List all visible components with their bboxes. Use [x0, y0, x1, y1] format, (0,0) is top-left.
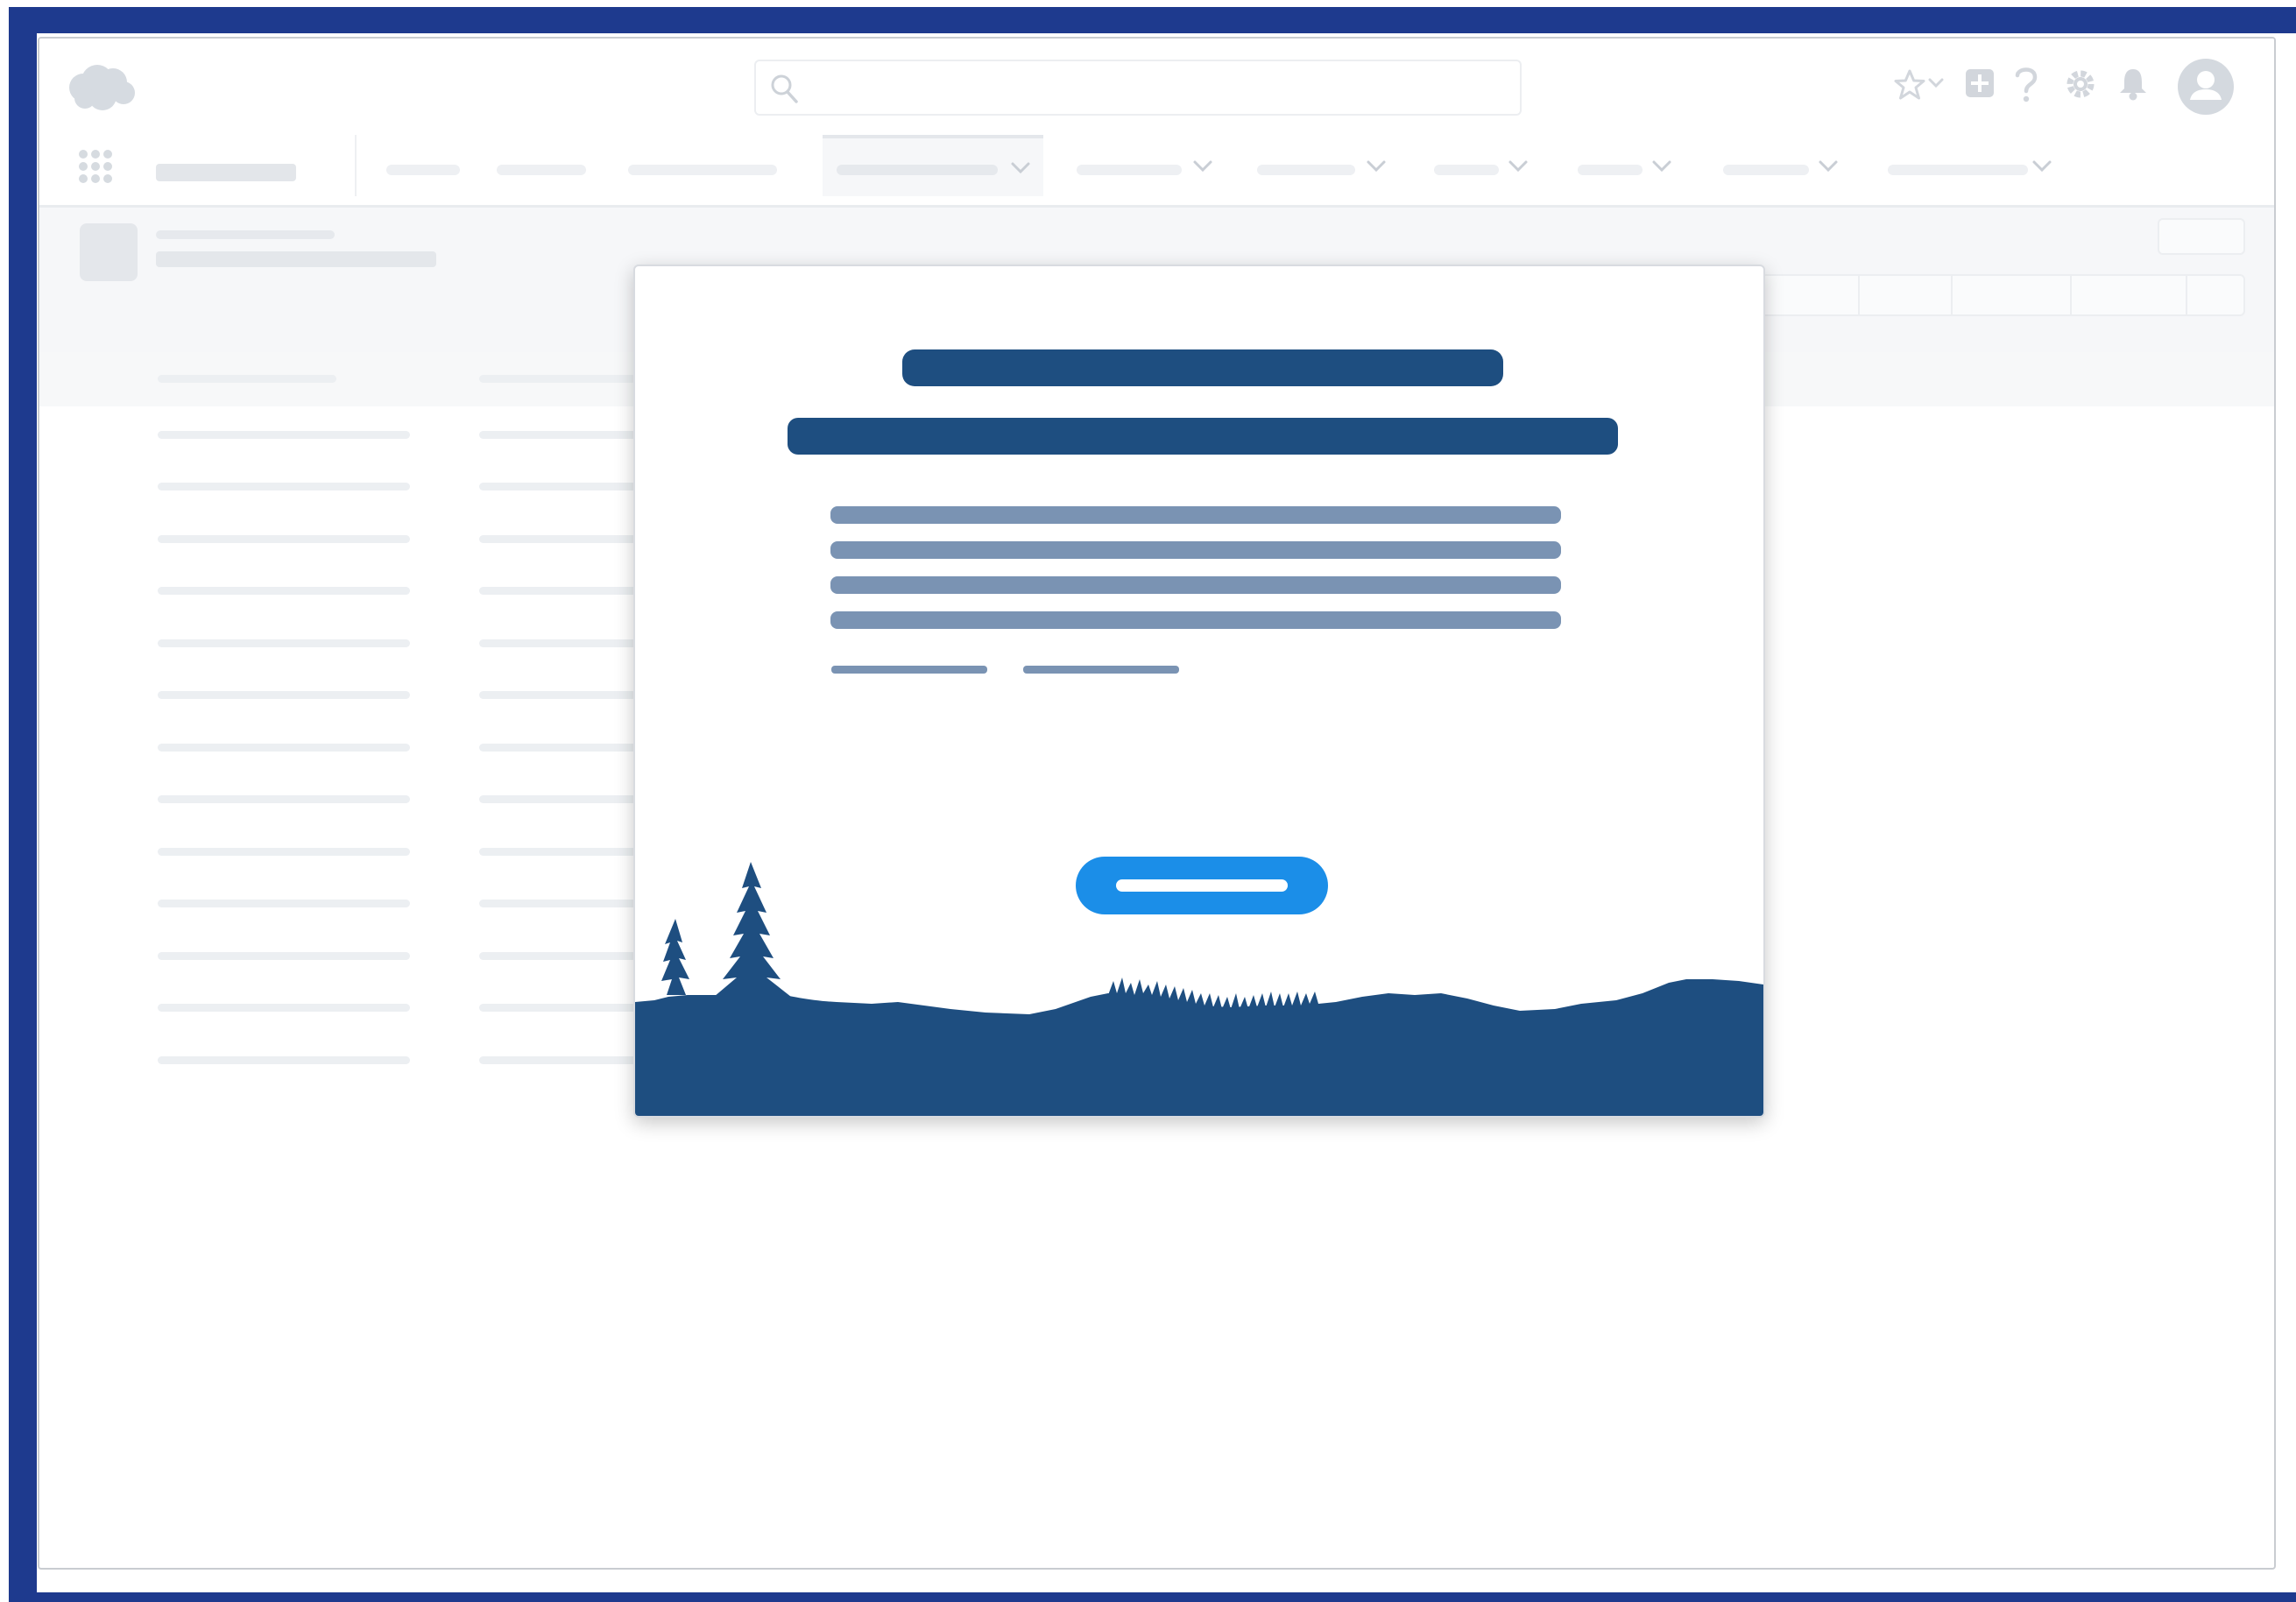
- chevron-down-icon[interactable]: [1192, 158, 1213, 175]
- cell-text: [479, 535, 637, 543]
- gear-icon[interactable]: [2063, 67, 2098, 102]
- cell-text: [479, 1004, 637, 1012]
- cell-text: [479, 587, 637, 595]
- nav-tab-9[interactable]: [1723, 165, 1809, 175]
- cell-text: [158, 848, 410, 856]
- nav-tab-5[interactable]: [1077, 165, 1182, 175]
- object-icon: [80, 223, 138, 281]
- cell-text: [479, 691, 637, 699]
- nav-tab-active-label: [837, 165, 998, 175]
- object-label: [156, 230, 335, 239]
- modal-heading: [902, 349, 1503, 386]
- cell-text: [158, 587, 410, 595]
- get-started-button[interactable]: [1076, 857, 1328, 914]
- cell-text: [479, 900, 637, 907]
- chevron-down-icon[interactable]: [1010, 159, 1031, 177]
- body-text-line: [830, 541, 1561, 559]
- nav-tab-10[interactable]: [1888, 165, 2028, 175]
- cell-text: [158, 483, 410, 490]
- column-header[interactable]: [158, 375, 336, 383]
- body-text-line: [830, 576, 1561, 594]
- cell-text: [479, 848, 637, 856]
- nav-tab-8[interactable]: [1578, 165, 1643, 175]
- cell-text: [158, 691, 410, 699]
- button-divider: [2070, 276, 2072, 314]
- bell-icon[interactable]: [2117, 67, 2149, 102]
- body-text-line: [830, 611, 1561, 629]
- app-name: [156, 164, 296, 181]
- cell-text: [158, 744, 410, 752]
- button-divider: [1951, 276, 1953, 314]
- cell-text: [158, 900, 410, 907]
- cell-text: [479, 639, 637, 647]
- cell-text: [479, 952, 637, 960]
- cloud-logo[interactable]: [64, 61, 138, 114]
- cell-text: [158, 535, 410, 543]
- cell-text: [479, 744, 637, 752]
- modal-link-1[interactable]: [831, 666, 987, 674]
- cell-text: [479, 483, 637, 490]
- cell-text: [158, 1004, 410, 1012]
- chevron-down-icon[interactable]: [1818, 158, 1839, 175]
- navigation-bar: [39, 135, 2274, 208]
- cell-text: [158, 795, 410, 803]
- cell-text: [479, 1056, 637, 1064]
- favorites-chevron-down-icon[interactable]: [1928, 77, 1944, 89]
- cell-text: [479, 431, 637, 439]
- cell-text: [158, 431, 410, 439]
- app-launcher-icon[interactable]: [78, 149, 113, 184]
- chevron-down-icon[interactable]: [1508, 158, 1529, 175]
- nav-tab-2[interactable]: [497, 165, 586, 175]
- button-divider: [2186, 276, 2187, 314]
- nav-tab-1[interactable]: [386, 165, 460, 175]
- list-view-title: [156, 251, 436, 267]
- new-button[interactable]: [2158, 218, 2245, 255]
- nav-tab-6[interactable]: [1257, 165, 1355, 175]
- nav-tab-7[interactable]: [1434, 165, 1499, 175]
- body-text-line: [830, 506, 1561, 524]
- chevron-down-icon[interactable]: [1366, 158, 1387, 175]
- favorites-star-icon[interactable]: [1893, 68, 1926, 102]
- welcome-modal: [633, 265, 1765, 1118]
- action-button-group[interactable]: [1748, 274, 2245, 316]
- help-icon[interactable]: [2014, 65, 2038, 103]
- plus-icon[interactable]: [1965, 68, 1995, 98]
- chevron-down-icon[interactable]: [2031, 158, 2052, 175]
- get-started-button-label: [1116, 879, 1288, 892]
- nav-tab-3[interactable]: [628, 165, 777, 175]
- nav-divider: [355, 135, 357, 196]
- cell-text: [479, 795, 637, 803]
- modal-subheading: [788, 418, 1618, 455]
- global-search-input[interactable]: [754, 60, 1522, 116]
- nav-tab-active[interactable]: [823, 135, 1043, 196]
- column-header[interactable]: [479, 375, 637, 383]
- button-divider: [1858, 276, 1860, 314]
- modal-link-2[interactable]: [1023, 666, 1179, 674]
- chevron-down-icon[interactable]: [1651, 158, 1672, 175]
- global-header: [39, 39, 2274, 136]
- search-icon: [771, 74, 798, 103]
- cell-text: [158, 952, 410, 960]
- cell-text: [158, 639, 410, 647]
- cell-text: [158, 1056, 410, 1064]
- avatar-icon[interactable]: [2177, 58, 2235, 116]
